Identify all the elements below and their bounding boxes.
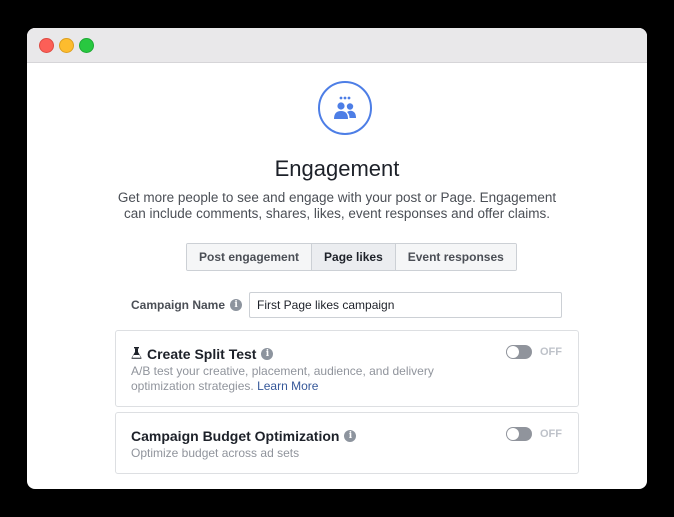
split-test-description-text: optimization strategies.	[131, 379, 254, 393]
learn-more-link[interactable]: Learn More	[257, 379, 318, 393]
split-test-card: Create Split Test i A/B test your creati…	[115, 330, 579, 407]
split-test-description-line2: optimization strategies. Learn More	[131, 379, 461, 394]
objective-description: Get more people to see and engage with y…	[117, 190, 557, 222]
tab-event-responses[interactable]: Event responses	[395, 244, 516, 270]
split-test-description: A/B test your creative, placement, audie…	[131, 364, 461, 394]
split-test-toggle-label: OFF	[540, 346, 562, 358]
campaign-name-label: Campaign Name	[131, 298, 226, 312]
campaign-name-input[interactable]	[249, 292, 562, 318]
budget-optimization-description: Optimize budget across ad sets	[131, 446, 300, 460]
objective-subtype-tabs: Post engagement Page likes Event respons…	[186, 243, 517, 271]
toggle-knob	[507, 346, 519, 358]
people-group-icon	[318, 81, 372, 135]
objective-description-line: Get more people to see and engage with y…	[117, 190, 557, 205]
tab-post-engagement[interactable]: Post engagement	[187, 244, 313, 270]
window-maximize-button[interactable]	[79, 38, 94, 53]
app-window: Engagement Get more people to see and en…	[27, 28, 647, 489]
split-test-toggle-group: OFF	[506, 345, 562, 359]
info-icon[interactable]: i	[344, 430, 357, 442]
window-close-button[interactable]	[39, 38, 54, 53]
tab-page-likes[interactable]: Page likes	[312, 244, 396, 270]
split-test-description-line: A/B test your creative, placement, audie…	[131, 364, 434, 378]
budget-optimization-toggle-group: OFF	[506, 427, 562, 441]
budget-optimization-title-row: Campaign Budget Optimization i	[131, 428, 357, 444]
toggle-knob	[507, 428, 519, 440]
title-bar	[27, 28, 647, 63]
budget-optimization-title: Campaign Budget Optimization	[131, 428, 340, 444]
campaign-name-label-row: Campaign Name i	[131, 298, 243, 312]
info-icon[interactable]: i	[230, 299, 243, 311]
budget-optimization-card: Campaign Budget Optimization i Optimize …	[115, 412, 579, 474]
split-test-title: Create Split Test	[147, 346, 257, 362]
window-minimize-button[interactable]	[59, 38, 74, 53]
objective-title: Engagement	[274, 156, 400, 181]
objective-description-line: can include comments, shares, likes, eve…	[124, 206, 550, 221]
split-test-title-row: Create Split Test i	[131, 346, 274, 362]
budget-optimization-toggle[interactable]	[506, 427, 532, 441]
info-icon[interactable]: i	[261, 348, 274, 360]
flask-icon	[131, 346, 142, 362]
budget-optimization-toggle-label: OFF	[540, 428, 562, 440]
split-test-toggle[interactable]	[506, 345, 532, 359]
